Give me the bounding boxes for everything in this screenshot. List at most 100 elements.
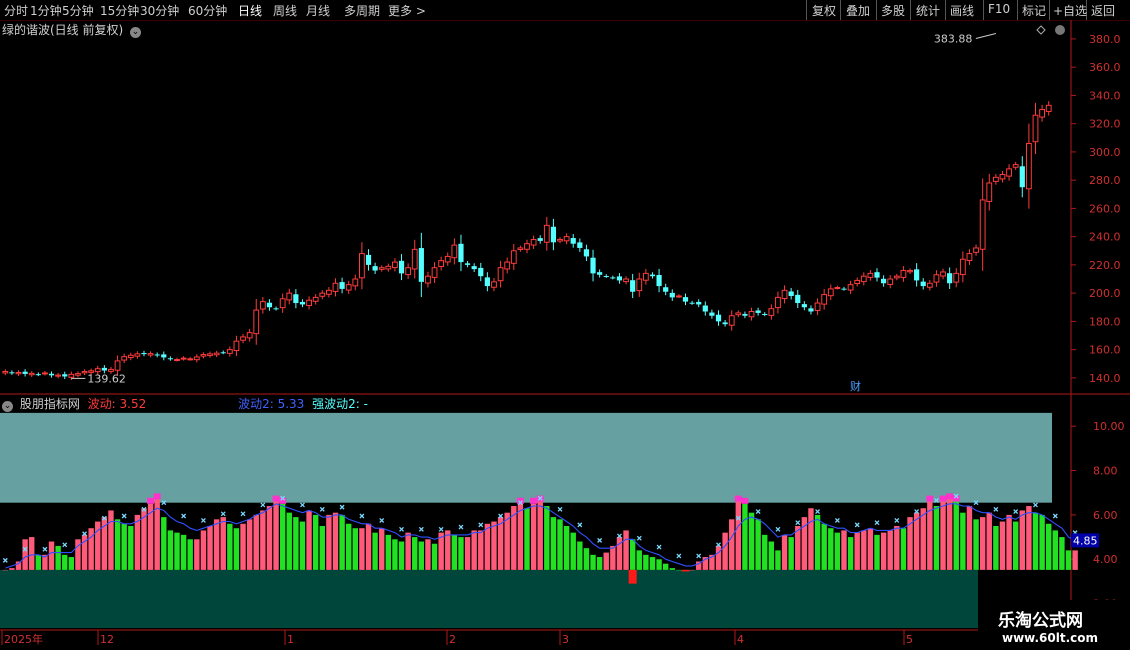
candle-body: [141, 352, 147, 355]
indicator-bar: [662, 563, 669, 570]
candle-body: [246, 332, 253, 339]
cross-marker: [438, 526, 444, 532]
indicator-bar: [319, 525, 325, 570]
candle-body: [510, 250, 517, 264]
candle-body: [200, 354, 207, 357]
candle-body: [325, 289, 332, 295]
indicator-bar: [570, 532, 576, 570]
indicator-bar: [35, 554, 42, 570]
upper-band: [0, 412, 1052, 503]
candle-body: [306, 299, 312, 307]
candle-body: [75, 373, 81, 376]
indicator-bar: [1072, 550, 1078, 570]
candle-body: [411, 248, 418, 270]
candle-body: [689, 302, 695, 304]
indicator-bar: [596, 557, 603, 570]
candle-body: [992, 176, 999, 182]
indicator-bar: [656, 559, 662, 570]
candle-body: [867, 272, 874, 278]
candle-body: [795, 294, 801, 304]
candle-body: [616, 276, 623, 281]
candle-body: [504, 261, 511, 270]
indicator-bar: [960, 512, 966, 570]
indicator-bar: [867, 528, 874, 570]
candle-body: [577, 242, 583, 248]
candle-body: [293, 294, 299, 304]
price-tick-label: 220.0: [1089, 259, 1121, 272]
indicator-bar: [207, 525, 213, 570]
x-tick-label: 2025年: [4, 632, 43, 646]
indicator-bar: [471, 530, 477, 570]
indicator-bar: [577, 541, 583, 570]
candle-body: [405, 267, 412, 276]
cross-marker: [1033, 502, 1038, 508]
candle-body: [167, 358, 173, 360]
candle-body: [471, 266, 477, 270]
candle-body: [332, 282, 339, 292]
candle-body: [15, 372, 22, 375]
indicator-bar: [735, 501, 742, 570]
indicator-bar: [841, 530, 847, 570]
lower-band: [0, 569, 978, 628]
indicator-bar: [246, 519, 253, 570]
indicator-bar: [365, 523, 372, 570]
indicator-bar: [913, 512, 920, 570]
candle-body: [623, 278, 629, 283]
indicator-bar: [715, 545, 722, 570]
chevron-down-icon[interactable]: ⌄: [2, 401, 13, 412]
candle-body: [649, 274, 656, 277]
indicator-bar: [194, 539, 200, 570]
indicator-bar: [847, 537, 854, 570]
indicator-bar: [372, 532, 378, 570]
candle-body: [775, 296, 781, 309]
candle-body: [881, 278, 887, 284]
indicator-bar: [1045, 523, 1052, 570]
indicator-bar: [134, 514, 141, 570]
candle-body: [702, 305, 708, 312]
candle-body: [233, 340, 240, 352]
indicator-bar: [445, 530, 451, 570]
indicator-bar: [379, 528, 385, 570]
indicator-bar: [260, 510, 266, 570]
indicator-name[interactable]: 股朋指标网: [20, 397, 80, 411]
indicator-bar: [834, 532, 841, 570]
candle-body: [722, 322, 728, 325]
cross-marker: [815, 509, 821, 515]
peak-marker: [741, 497, 749, 504]
candle-body: [966, 253, 973, 262]
indicator-bar: [649, 557, 656, 570]
indicator-bar: [973, 519, 979, 570]
candle-body: [22, 371, 28, 374]
candle-body: [834, 286, 841, 289]
indicator-item2-label: 波动2:: [238, 397, 278, 411]
indicator-bar: [29, 537, 35, 570]
indicator-bar: [781, 534, 788, 570]
indicator-bar: [306, 510, 312, 570]
cross-marker: [181, 513, 187, 519]
x-tick-label: 2: [449, 633, 456, 646]
indicator-bar: [15, 561, 22, 570]
candle-body: [669, 292, 675, 298]
cross-marker: [2, 557, 8, 563]
candle-body: [755, 310, 761, 313]
peak-marker: [734, 495, 742, 502]
candle-body: [893, 275, 900, 279]
indicator-bar: [425, 539, 431, 570]
candle-body: [920, 281, 926, 287]
candle-body: [1019, 166, 1025, 188]
candle-body: [821, 294, 828, 305]
cross-marker: [359, 513, 365, 519]
candle-body: [715, 314, 722, 322]
candle-body: [273, 308, 279, 310]
x-tick-label: 5: [906, 633, 913, 646]
price-tick-label: 180.0: [1089, 315, 1121, 328]
indicator-bar: [9, 568, 15, 570]
cross-marker: [993, 506, 999, 512]
low-label: 139.62: [87, 372, 126, 385]
cross-marker: [894, 517, 900, 523]
indicator-bar: [398, 541, 405, 570]
indicator-item1-value: 3.52: [119, 397, 147, 411]
indicator-tick-label: 4.00: [1093, 553, 1118, 566]
cross-marker: [418, 526, 424, 532]
candle-body: [352, 278, 359, 287]
